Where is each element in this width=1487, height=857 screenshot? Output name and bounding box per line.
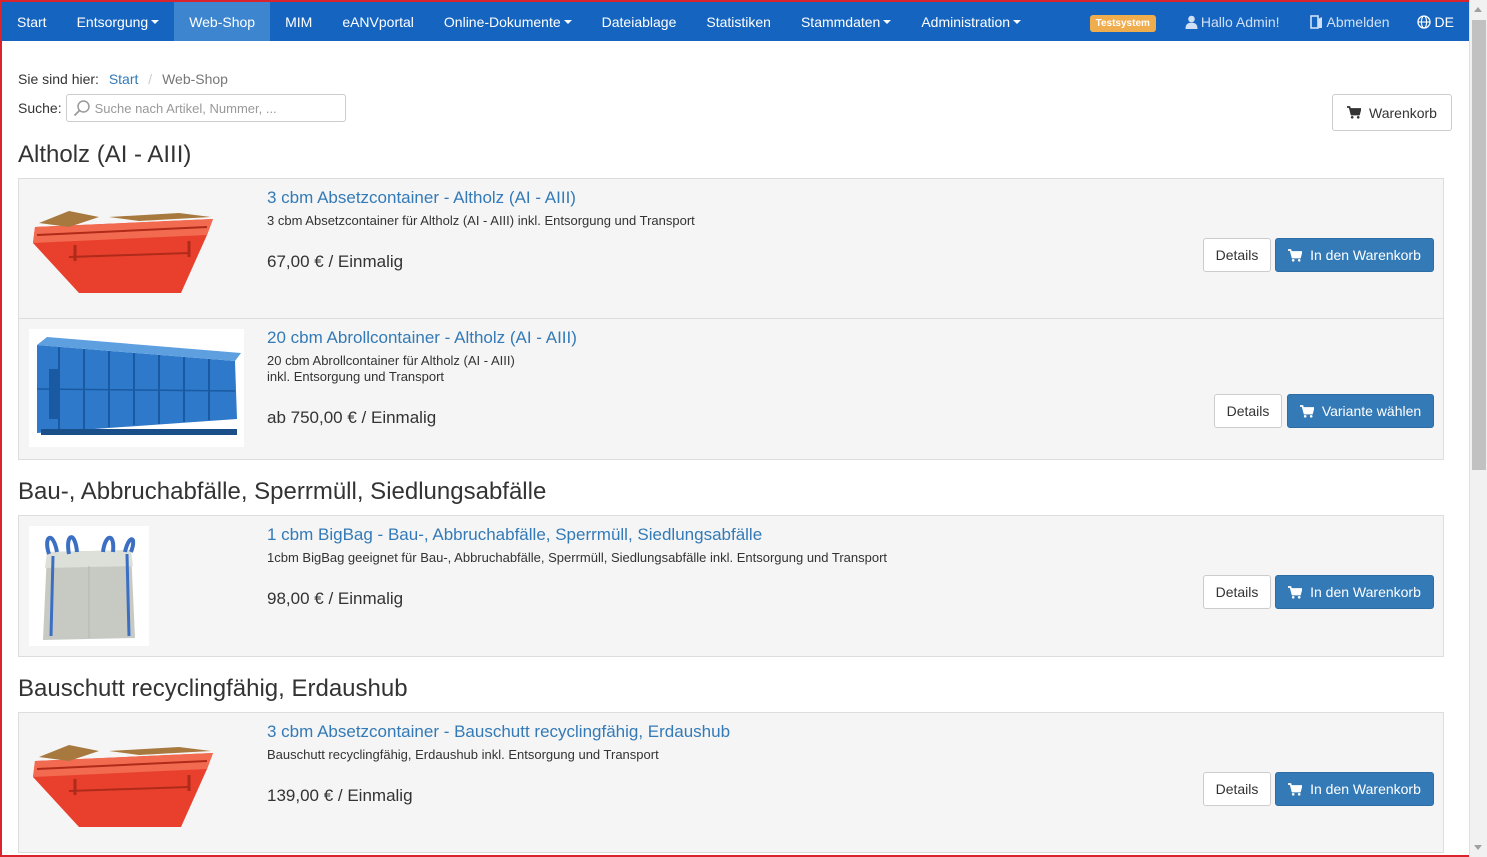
cart-button[interactable]: Warenkorb xyxy=(1332,94,1452,131)
category-title: Bau-, Abbruchabfälle, Sperrmüll, Siedlun… xyxy=(18,478,547,505)
product-description-line: Bauschutt recyclingfähig, Erdaushub inkl… xyxy=(267,747,659,762)
product-description: 1cbm BigBag geeignet für Bau-, Abbruchab… xyxy=(267,550,1167,566)
red-skip-container-image xyxy=(33,211,213,293)
breadcrumb-separator: / xyxy=(148,71,153,87)
search-placeholder: Suche nach Artikel, Nummer, ... xyxy=(94,100,277,116)
add-to-cart-label: In den Warenkorb xyxy=(1310,247,1421,263)
nav-right-group: Testsystem Hallo Admin! Abmelden DE xyxy=(1089,2,1469,41)
chevron-down-icon xyxy=(563,19,572,24)
nav-entsorgung[interactable]: Entsorgung xyxy=(62,2,175,41)
product-price: 67,00 € / Einmalig xyxy=(267,252,404,271)
cart-icon xyxy=(1288,585,1303,599)
product-title-link[interactable]: 1 cbm BigBag - Bau-, Abbruchabfälle, Spe… xyxy=(267,525,762,545)
big-bag-image xyxy=(29,526,149,646)
nav-dateiablage[interactable]: Dateiablage xyxy=(587,2,692,41)
product-card: 20 cbm Abrollcontainer - Altholz (AI - A… xyxy=(18,319,1444,460)
cart-icon xyxy=(1288,248,1303,262)
nav-entsorgung-label: Entsorgung xyxy=(76,13,149,30)
globe-icon xyxy=(1416,14,1431,29)
product-title-link[interactable]: 20 cbm Abrollcontainer - Altholz (AI - A… xyxy=(267,328,577,348)
nav-start[interactable]: Start xyxy=(2,2,62,41)
nav-statistiken[interactable]: Statistiken xyxy=(691,2,786,41)
category-title: Bauschutt recyclingfähig, Erdaushub xyxy=(18,675,408,702)
nav-web-shop[interactable]: Web-Shop xyxy=(174,2,271,41)
product-price: ab 750,00 € / Einmalig xyxy=(267,408,437,427)
search-input[interactable]: Suche nach Artikel, Nummer, ... xyxy=(65,94,346,122)
add-to-cart-label: In den Warenkorb xyxy=(1310,584,1421,600)
choose-variant-label: Variante wählen xyxy=(1321,403,1422,419)
product-title-link[interactable]: 3 cbm Absetzcontainer - Altholz (AI - AI… xyxy=(267,188,576,208)
details-button[interactable]: Details xyxy=(1203,575,1271,609)
cart-icon xyxy=(1299,404,1314,418)
cart-icon xyxy=(1288,782,1303,796)
add-to-cart-label: In den Warenkorb xyxy=(1310,781,1421,797)
language-label: DE xyxy=(1434,13,1454,30)
nav-online-dokumente-label: Online-Dokumente xyxy=(443,13,561,30)
logout-icon xyxy=(1309,14,1322,29)
user-icon xyxy=(1185,15,1198,29)
search-row: Suche: Suche nach Artikel, Nummer, ... xyxy=(18,94,346,122)
testsystem-badge: Testsystem xyxy=(1089,15,1156,32)
search-icon xyxy=(73,100,90,117)
top-navbar: Start Entsorgung Web-Shop MIM eANVportal… xyxy=(2,0,1469,41)
product-card: 1 cbm BigBag - Bau-, Abbruchabfälle, Spe… xyxy=(18,515,1444,657)
details-button[interactable]: Details xyxy=(1203,238,1271,272)
add-to-cart-button[interactable]: In den Warenkorb xyxy=(1275,238,1434,272)
language-selector[interactable]: DE xyxy=(1405,2,1469,41)
cart-icon xyxy=(1347,106,1362,119)
blue-roll-off-container-image xyxy=(29,329,244,447)
nav-stammdaten[interactable]: Stammdaten xyxy=(786,2,906,41)
chevron-down-icon xyxy=(883,19,892,24)
nav-administration[interactable]: Administration xyxy=(906,2,1036,41)
product-description-line: 20 cbm Abrollcontainer für Altholz (AI -… xyxy=(267,353,515,368)
nav-stammdaten-label: Stammdaten xyxy=(800,13,881,30)
product-description: Bauschutt recyclingfähig, Erdaushub inkl… xyxy=(267,747,967,763)
user-greeting-label: Hallo Admin! xyxy=(1200,13,1280,30)
nav-eanvportal[interactable]: eANVportal xyxy=(327,2,429,41)
nav-mim[interactable]: MIM xyxy=(270,2,327,41)
product-description-line: inkl. Entsorgung und Transport xyxy=(267,369,445,384)
search-label: Suche: xyxy=(18,100,62,116)
details-button[interactable]: Details xyxy=(1214,394,1282,428)
breadcrumb-prefix: Sie sind hier: xyxy=(18,71,99,87)
details-button[interactable]: Details xyxy=(1203,772,1271,806)
chevron-down-icon xyxy=(151,19,160,24)
product-title-link[interactable]: 3 cbm Absetzcontainer - Bauschutt recycl… xyxy=(267,722,730,742)
product-description-line: 3 cbm Absetzcontainer für Altholz (AI - … xyxy=(267,213,695,228)
user-greeting[interactable]: Hallo Admin! xyxy=(1170,2,1295,41)
nav-online-dokumente[interactable]: Online-Dokumente xyxy=(429,2,587,41)
product-price: 139,00 € / Einmalig xyxy=(267,786,413,805)
breadcrumb-start[interactable]: Start xyxy=(109,71,139,87)
add-to-cart-button[interactable]: In den Warenkorb xyxy=(1275,575,1434,609)
choose-variant-button[interactable]: Variante wählen xyxy=(1287,394,1434,428)
category-title: Altholz (AI - AIII) xyxy=(18,141,192,168)
chevron-down-icon xyxy=(1013,19,1022,24)
scroll-up-icon[interactable] xyxy=(1474,7,1482,12)
product-card: 3 cbm Absetzcontainer - Bauschutt recycl… xyxy=(18,712,1444,853)
product-card: 3 cbm Absetzcontainer - Altholz (AI - AI… xyxy=(18,178,1444,319)
red-skip-container-image xyxy=(33,745,213,827)
scroll-down-icon[interactable] xyxy=(1474,845,1482,850)
nav-administration-label: Administration xyxy=(921,13,1011,30)
product-description-line: 1cbm BigBag geeignet für Bau-, Abbruchab… xyxy=(267,550,888,565)
add-to-cart-button[interactable]: In den Warenkorb xyxy=(1275,772,1434,806)
product-description: 20 cbm Abrollcontainer für Altholz (AI -… xyxy=(267,353,967,385)
logout-link[interactable]: Abmelden xyxy=(1295,2,1405,41)
scrollbar-thumb[interactable] xyxy=(1472,20,1486,470)
breadcrumb: Sie sind hier: Start / Web-Shop xyxy=(18,71,228,87)
cart-button-label: Warenkorb xyxy=(1369,104,1437,121)
page-scrollbar[interactable] xyxy=(1469,0,1487,857)
breadcrumb-current: Web-Shop xyxy=(162,71,228,87)
logout-label: Abmelden xyxy=(1326,13,1390,30)
product-price: 98,00 € / Einmalig xyxy=(267,589,404,608)
product-description: 3 cbm Absetzcontainer für Altholz (AI - … xyxy=(267,213,967,229)
